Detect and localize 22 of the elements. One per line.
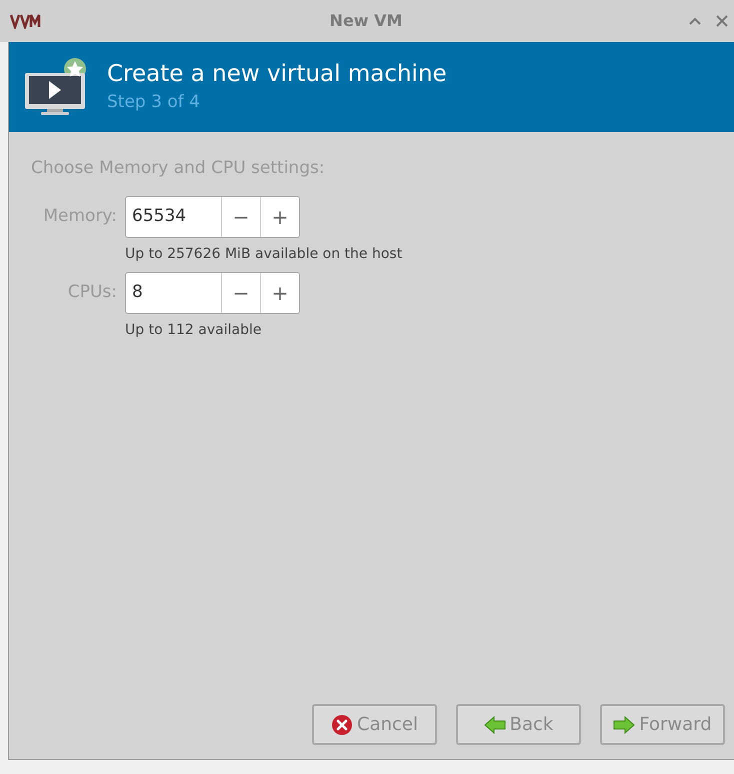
field-label: Memory: — [43, 204, 117, 228]
section-label: Choose Memory and CPU settings: — [31, 157, 326, 180]
number-input[interactable]: 65534 — [126, 196, 221, 236]
window-title: New VM — [330, 11, 402, 30]
number-input[interactable]: 8 — [126, 272, 221, 312]
decrement-button[interactable]: − — [221, 196, 260, 236]
cancel-icon — [331, 714, 353, 736]
hint-text: Up to 112 available — [125, 321, 262, 340]
maximize-icon[interactable] — [688, 16, 702, 26]
decrement-button[interactable]: − — [221, 272, 260, 312]
increment-button[interactable]: + — [260, 272, 299, 312]
close-icon[interactable] — [716, 15, 728, 27]
hint-text: Up to 257626 MiB available on the host — [125, 245, 402, 264]
step-indicator: Step 3 of 4 — [107, 94, 201, 111]
monitor-star-icon — [23, 57, 89, 117]
spin-field[interactable]: 65534 − + — [125, 196, 300, 238]
field-label: CPUs: — [68, 280, 117, 304]
right-arrow-icon — [613, 716, 636, 734]
header-title: Create a new virtual machine — [107, 63, 447, 86]
left-arrow-icon — [484, 716, 506, 734]
increment-button[interactable]: + — [260, 196, 299, 236]
spin-field[interactable]: 8 − + — [125, 272, 300, 314]
